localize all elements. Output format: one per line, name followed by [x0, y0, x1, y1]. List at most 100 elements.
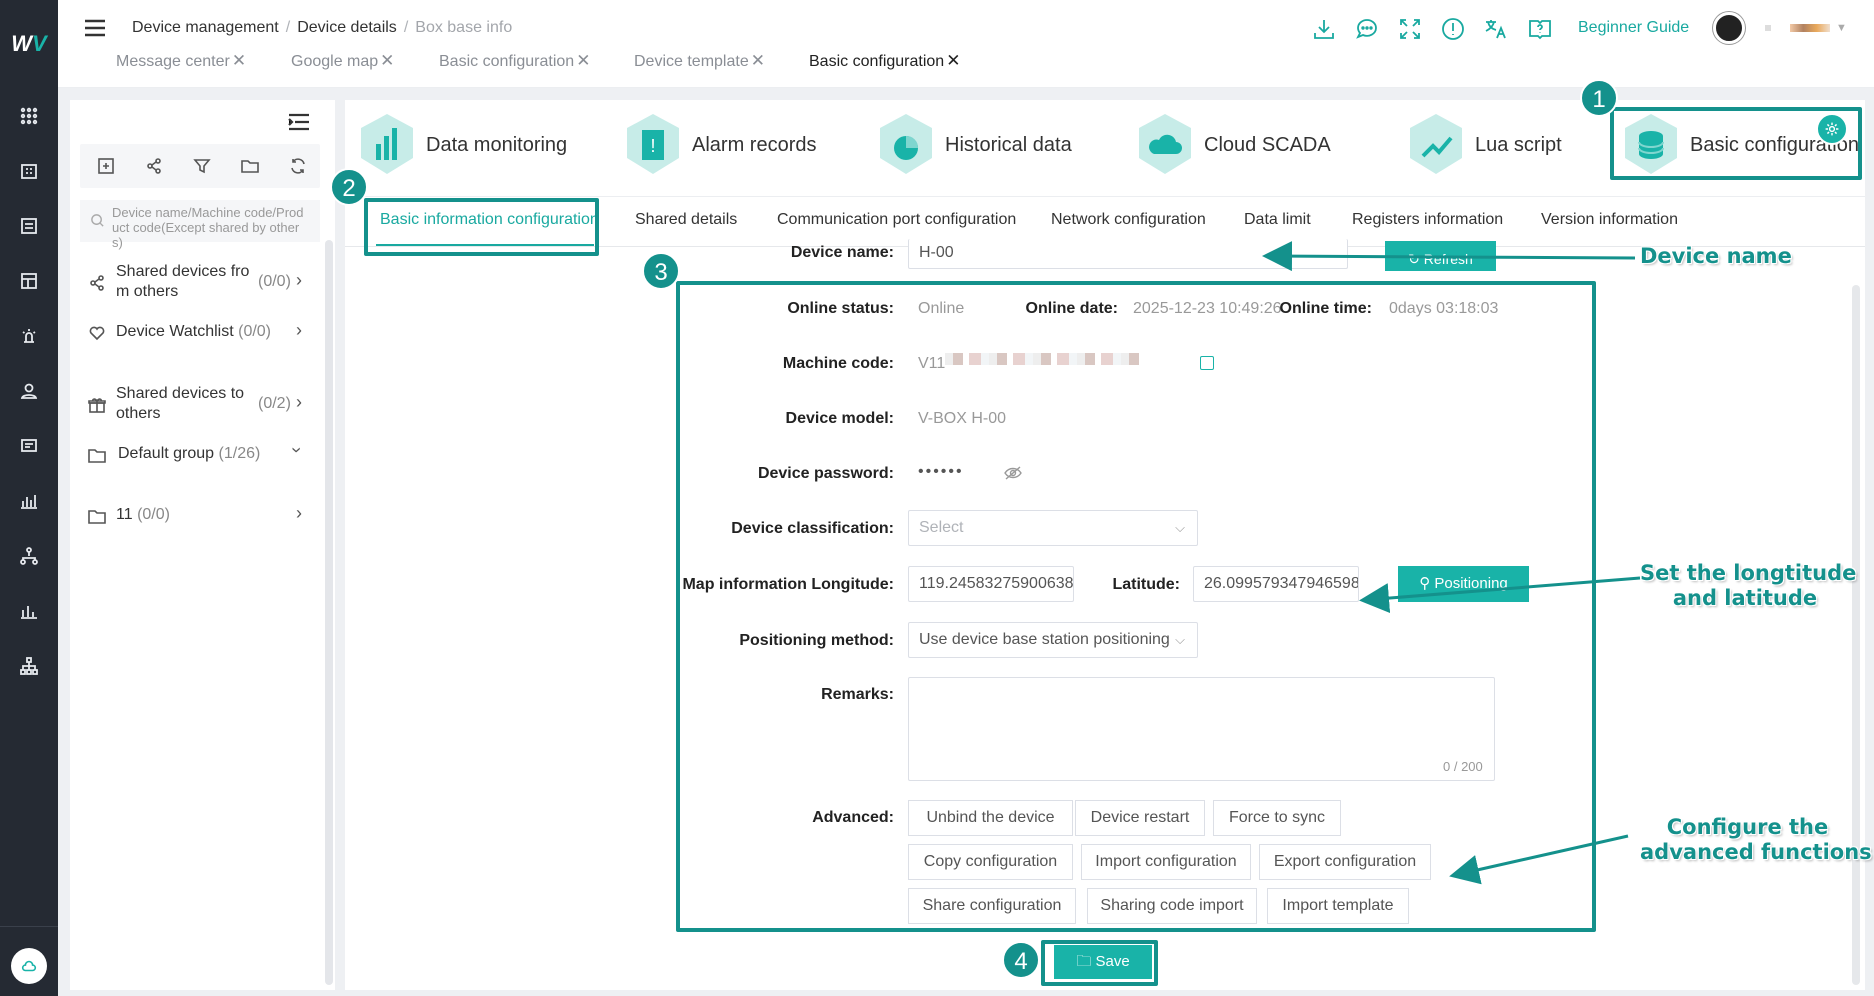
nav-divider	[0, 926, 58, 927]
tab-alarm-records[interactable]: ! Alarm records	[622, 100, 816, 190]
bar-chart-icon[interactable]	[0, 481, 58, 521]
share-icon	[88, 274, 106, 292]
device-name-label: Device name:	[790, 244, 894, 261]
subtab-data-limit[interactable]: Data limit	[1244, 211, 1311, 229]
folder-icon[interactable]	[239, 155, 261, 177]
apps-grid-icon[interactable]	[0, 96, 58, 136]
open-tab[interactable]: Message center ✕	[116, 51, 246, 71]
tab-historical-data[interactable]: Historical data	[875, 100, 1072, 190]
alert-icon[interactable]	[1440, 16, 1466, 42]
highlight-box-1	[1610, 107, 1862, 180]
annotation-device-name: Device name	[1640, 244, 1792, 268]
chevron-right-icon: ›	[296, 270, 302, 290]
refresh-icon[interactable]	[287, 155, 309, 177]
avatar[interactable]	[1713, 12, 1745, 44]
step-badge-4: 4	[1002, 941, 1040, 979]
highlight-box-2	[364, 198, 599, 256]
tab-lua-script[interactable]: Lua script	[1405, 100, 1562, 190]
subtab-network-configuration[interactable]: Network configuration	[1051, 211, 1206, 229]
collapse-list-icon[interactable]	[287, 112, 311, 132]
breadcrumb: Device management / Device details / Box bas…	[132, 19, 513, 36]
tab-cloud-scada[interactable]: Cloud SCADA	[1134, 100, 1331, 190]
chevron-down-icon[interactable]: ▼	[1836, 22, 1847, 34]
list-box-icon[interactable]	[0, 206, 58, 246]
subtab-registers-information[interactable]: Registers information	[1352, 211, 1503, 229]
tab-data-monitoring[interactable]: Data monitoring	[356, 100, 567, 190]
device-search-input[interactable]: Device name/Machine code/Product code(Ex…	[80, 200, 320, 250]
historical-data-icon	[875, 110, 937, 180]
svg-text:!: !	[650, 136, 655, 156]
highlight-box-3	[676, 281, 1596, 932]
annotation-advanced-line2: advanced functions	[1640, 840, 1872, 864]
close-icon: ✕	[380, 51, 395, 70]
folder-icon	[88, 446, 106, 464]
breadcrumb-item[interactable]: Device management	[132, 19, 279, 36]
translate-icon[interactable]	[1483, 16, 1509, 42]
subtab-communication-port[interactable]: Communication port configuration	[777, 211, 1016, 229]
sidebar-item-group-11[interactable]: 11 (0/0) ›	[88, 503, 313, 529]
annotation-advanced-line1: Configure the	[1666, 815, 1829, 839]
building-icon[interactable]	[0, 151, 58, 191]
folder-icon	[88, 507, 106, 525]
app-logo: WV	[11, 31, 47, 56]
alarm-light-icon[interactable]	[0, 316, 58, 356]
gift-icon	[88, 396, 106, 414]
chevron-right-icon: ›	[296, 503, 302, 523]
hamburger-menu-icon[interactable]	[84, 18, 106, 38]
open-tab[interactable]: Google map ✕	[291, 51, 394, 71]
subtab-shared-details[interactable]: Shared details	[635, 211, 737, 229]
open-tab[interactable]: Basic configuration ✕	[439, 51, 590, 71]
breadcrumb-item[interactable]: Device details	[297, 19, 397, 36]
network-icon[interactable]	[0, 536, 58, 576]
layout-icon[interactable]	[0, 261, 58, 301]
search-icon	[91, 214, 104, 227]
open-tab-active[interactable]: Basic configuration ✕	[809, 51, 960, 71]
fullscreen-icon[interactable]	[1397, 16, 1423, 42]
close-icon: ✕	[576, 51, 591, 70]
step-badge-1: 1	[1580, 79, 1618, 117]
refresh-button[interactable]: ↻ Refresh	[1385, 241, 1496, 271]
sidebar-scrollbar[interactable]	[325, 240, 333, 985]
step-badge-3: 3	[642, 252, 680, 290]
beginner-guide-link[interactable]: Beginner Guide	[1578, 19, 1689, 37]
share-icon[interactable]	[143, 155, 165, 177]
message-icon[interactable]	[0, 426, 58, 466]
chevron-right-icon: ›	[296, 392, 302, 412]
main-scrollbar[interactable]	[1852, 285, 1860, 985]
cloud-icon[interactable]	[11, 948, 47, 984]
subtab-version-information[interactable]: Version information	[1541, 211, 1678, 229]
chevron-right-icon: ›	[296, 320, 302, 340]
step-badge-2: 2	[330, 168, 368, 206]
stats-icon[interactable]	[0, 591, 58, 631]
sidebar-item-default-group[interactable]: Default group (1/26) ›	[88, 444, 313, 468]
sidebar-item-shared-from-others[interactable]: Shared devices fro m others (0/0) ›	[88, 262, 313, 302]
top-header	[58, 0, 1874, 88]
download-icon[interactable]	[1311, 16, 1337, 42]
add-group-icon[interactable]	[95, 155, 117, 177]
sidebar-item-watchlist[interactable]: Device Watchlist (0/0) ›	[88, 320, 313, 346]
username-blurred	[1790, 24, 1830, 32]
heart-icon	[88, 324, 106, 342]
breadcrumb-current: Box base info	[415, 19, 513, 36]
chat-icon[interactable]	[1354, 16, 1380, 42]
chevron-down-icon: ›	[287, 447, 307, 453]
highlight-box-4	[1041, 940, 1158, 986]
device-name-input[interactable]: H-00	[908, 239, 1348, 269]
filter-icon[interactable]	[191, 155, 213, 177]
help-book-icon[interactable]	[1527, 16, 1553, 42]
left-nav-bar: WV	[0, 0, 58, 996]
annotation-lat-lng-line2: and latitude	[1672, 586, 1818, 610]
sidebar-item-shared-to-others[interactable]: Shared devices to others (0/2) ›	[88, 384, 313, 424]
open-tab[interactable]: Device template ✕	[634, 51, 765, 71]
close-icon: ✕	[750, 51, 765, 70]
user-icon[interactable]	[0, 371, 58, 411]
lua-script-icon	[1405, 110, 1467, 180]
alarm-records-icon: !	[622, 110, 684, 180]
org-chart-icon[interactable]	[0, 646, 58, 686]
close-icon: ✕	[946, 51, 961, 70]
cloud-scada-icon	[1134, 110, 1196, 180]
data-monitoring-icon	[356, 110, 418, 180]
search-placeholder: Device name/Machine code/Product code(Ex…	[112, 205, 304, 250]
annotation-lat-lng-line1: Set the longtitude	[1640, 561, 1857, 585]
username-blurred	[1765, 25, 1771, 31]
